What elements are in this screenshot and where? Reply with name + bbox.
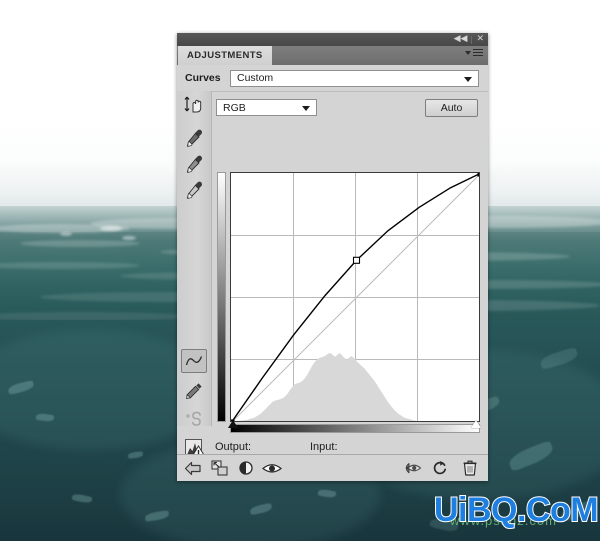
pencil-icon [186,383,202,399]
panel-bottom-bar [177,454,488,481]
wave-spray [122,236,136,240]
curve-plot-svg[interactable] [231,173,480,422]
half-circle-icon [239,461,253,475]
curves-tool-strip [177,91,212,426]
chevron-down-icon [465,50,471,55]
smooth-curve-tool[interactable] [181,407,207,431]
panel-menu-icon [473,49,483,57]
preview-previous-state-icon[interactable] [403,459,423,477]
adjustments-panel: ◀◀ ✕ ADJUSTMENTS Curves Custom RGB Auto … [177,33,488,481]
black-point-slider[interactable] [228,420,238,428]
channel-row: RGB Auto [211,91,488,124]
panel-titlebar[interactable]: ◀◀ ✕ [177,33,488,47]
white-point-slider[interactable] [471,420,481,428]
channel-dropdown[interactable]: RGB [216,99,317,116]
close-panel-button[interactable]: ✕ [476,35,484,44]
preset-label: Curves [185,72,221,84]
preset-dropdown[interactable]: Custom [230,69,479,87]
toggle-layer-visibility-icon[interactable] [262,459,282,477]
titlebar-divider [471,35,473,44]
eyedropper-icon [186,129,203,147]
smooth-s-icon [186,411,201,426]
curve-icon [185,356,203,366]
pencil-draw-tool[interactable] [181,379,207,403]
reset-circle-arrow-icon [433,461,447,475]
wave-spray [100,226,122,231]
white-point-eyedropper[interactable] [181,178,207,202]
histogram-shape [239,353,418,421]
toggle-layer-mask-icon[interactable] [236,459,256,477]
curve-control-point[interactable] [477,172,480,177]
trash-icon [463,460,477,476]
curve-edit-tool[interactable] [181,349,207,373]
chevron-down-icon [464,76,472,82]
eye-icon [262,463,282,473]
tab-adjustments[interactable]: ADJUSTMENTS [178,46,272,65]
black-point-eyedropper[interactable] [181,126,207,150]
curves-graph [217,169,481,435]
curves-plot-area[interactable] [230,172,480,422]
eyedropper-icon [186,181,203,199]
panel-tabbar: ADJUSTMENTS [177,46,488,66]
delete-adjustment-layer-icon[interactable] [460,459,480,477]
output-label: Output: [215,441,252,453]
channel-value: RGB [223,101,246,114]
chevron-down-icon [302,106,310,111]
gray-point-eyedropper[interactable] [181,152,207,176]
target-adjustment-icon [184,96,202,113]
preset-row: Curves Custom [177,65,488,92]
preset-value: Custom [237,72,274,84]
clip-to-layer-icon[interactable] [210,459,230,477]
output-gradient-strip [217,172,226,422]
return-to-adjustment-list-icon[interactable] [183,459,203,477]
input-gradient-strip [230,424,480,433]
auto-button[interactable]: Auto [425,98,478,117]
tab-adjustments-label: ADJUSTMENTS [187,50,263,61]
reset-adjustment-icon[interactable] [430,459,450,477]
preview-eye-icon [405,462,422,473]
wave-foam [20,240,140,247]
clip-layer-icon [211,460,228,476]
panel-menu-button[interactable] [465,49,483,57]
input-label: Input: [310,441,338,453]
wave-spray [60,232,72,236]
screenshot-root: www.psahz.com UiBQ.CoM ◀◀ ✕ ADJUSTMENTS … [0,0,600,541]
target-adjustment-tool[interactable] [181,93,207,117]
eyedropper-icon [186,155,203,173]
curve-control-point[interactable] [352,256,361,264]
collapse-to-icons-button[interactable]: ◀◀ [454,35,468,44]
back-arrow-icon [184,461,201,475]
